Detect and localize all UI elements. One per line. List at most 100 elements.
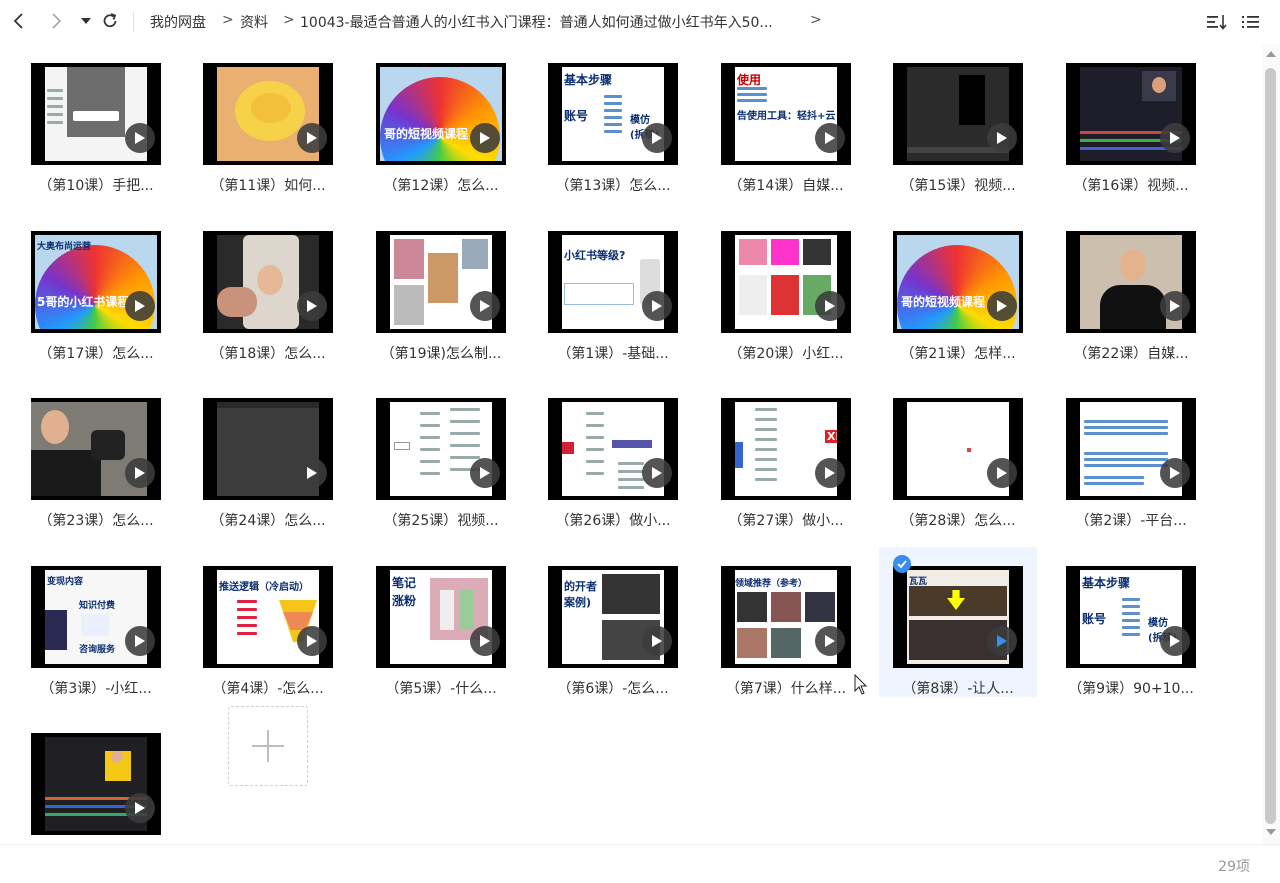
file-name[interactable]: （第18课）怎么... [189, 343, 347, 363]
file-name[interactable]: （第20课）小红... [707, 343, 865, 363]
file-name[interactable]: （第3课）-小红... [17, 678, 175, 698]
video-file-tile[interactable]: （第2课）-平台... [1052, 379, 1210, 529]
play-button[interactable] [470, 458, 500, 488]
video-file-tile[interactable]: 基本步骤账号模仿 (拆稿) （第9课）90+10... [1052, 547, 1210, 697]
video-file-tile[interactable]: 使用 告使用工具：轻抖+云 （第14课）自媒... [707, 44, 865, 194]
video-thumbnail[interactable]: 小红书等级? [548, 231, 678, 333]
video-file-tile[interactable] [17, 714, 175, 864]
video-thumbnail[interactable] [1066, 63, 1196, 165]
file-name[interactable]: （第21课）怎样... [879, 343, 1037, 363]
video-thumbnail[interactable]: 变现内容 知识付费 咨询服务 [31, 566, 161, 668]
video-thumbnail[interactable] [31, 733, 161, 835]
file-name[interactable]: （第13课）怎么... [534, 175, 692, 195]
video-thumbnail[interactable] [893, 398, 1023, 500]
video-file-tile[interactable]: 哥的短视频课程 （第21课）怎样... [879, 212, 1037, 362]
video-thumbnail[interactable] [893, 63, 1023, 165]
play-button[interactable] [815, 458, 845, 488]
file-name[interactable]: （第4课）-怎么... [189, 678, 347, 698]
play-button[interactable] [987, 291, 1017, 321]
video-thumbnail[interactable] [203, 63, 333, 165]
video-file-tile[interactable]: 大奥布尚运营 5哥的小红书课程 （第17课）怎么... [17, 212, 175, 362]
scroll-up-icon[interactable] [1266, 50, 1276, 58]
breadcrumb-root[interactable]: 我的网盘 [150, 12, 206, 32]
video-thumbnail[interactable]: 基本步骤账号模仿 (拆稿) [548, 63, 678, 165]
play-button[interactable] [1160, 291, 1190, 321]
video-file-tile[interactable]: （第10课）手把... [17, 44, 175, 194]
video-thumbnail[interactable]: 大奥布尚运营 5哥的小红书课程 [31, 231, 161, 333]
play-button[interactable] [815, 291, 845, 321]
video-file-tile[interactable]: （第16课）视频... [1052, 44, 1210, 194]
breadcrumb-folder[interactable]: 资料 [240, 12, 268, 32]
video-thumbnail[interactable] [548, 398, 678, 500]
file-name[interactable]: （第9课）90+10... [1052, 678, 1210, 698]
file-name[interactable]: （第22课）自媒... [1052, 343, 1210, 363]
video-file-tile[interactable]: 领域推荐（参考） （第7课）什么样... [707, 547, 865, 697]
play-button[interactable] [642, 291, 672, 321]
scroll-down-icon[interactable] [1266, 828, 1276, 836]
play-button[interactable] [125, 123, 155, 153]
play-button[interactable] [1160, 458, 1190, 488]
video-thumbnail[interactable]: 哥的短视频课程 [376, 63, 506, 165]
history-dropdown-button[interactable] [75, 10, 97, 32]
play-button[interactable] [470, 626, 500, 656]
video-thumbnail[interactable] [376, 398, 506, 500]
play-button[interactable] [297, 626, 327, 656]
video-file-tile[interactable]: （第19课)怎么制... [362, 212, 520, 362]
file-name[interactable]: （第12课）怎么... [362, 175, 520, 195]
play-button[interactable] [297, 458, 327, 488]
file-name[interactable]: （第7课）什么样... [707, 678, 865, 698]
video-thumbnail[interactable] [376, 231, 506, 333]
video-file-tile[interactable]: 瓦瓦 （第8课）-让人... [879, 547, 1037, 697]
vertical-scrollbar[interactable] [1262, 44, 1280, 844]
breadcrumb-current[interactable]: 10043-最适合普通人的小红书入门课程：普通人如何通过做小红书年入50... [300, 12, 773, 32]
video-thumbnail[interactable] [31, 398, 161, 500]
video-file-tile[interactable]: 笔记 涨粉 （第5课）-什么... [362, 547, 520, 697]
file-name[interactable]: （第26课）做小... [534, 510, 692, 530]
play-button[interactable] [642, 123, 672, 153]
breadcrumb-more[interactable]: > [810, 12, 822, 28]
video-thumbnail[interactable] [1066, 231, 1196, 333]
file-name[interactable]: （第6课）-怎么... [534, 678, 692, 698]
video-file-tile[interactable]: （第18课）怎么... [189, 212, 347, 362]
video-thumbnail[interactable]: 使用 告使用工具：轻抖+云 [721, 63, 851, 165]
file-name[interactable]: （第11课）如何... [189, 175, 347, 195]
play-button[interactable] [470, 291, 500, 321]
file-name[interactable]: （第2课）-平台... [1052, 510, 1210, 530]
video-file-tile[interactable]: （第22课）自媒... [1052, 212, 1210, 362]
video-file-tile[interactable]: （第24课）怎么... [189, 379, 347, 529]
refresh-button[interactable] [99, 10, 121, 32]
add-file-button[interactable] [228, 706, 308, 786]
video-file-tile[interactable]: （第26课）做小... [534, 379, 692, 529]
video-file-tile[interactable]: （第11课）如何... [189, 44, 347, 194]
video-thumbnail[interactable] [721, 231, 851, 333]
forward-button[interactable] [45, 10, 67, 32]
selected-check-icon[interactable] [893, 555, 911, 573]
file-name[interactable]: （第28课）怎么... [879, 510, 1037, 530]
video-thumbnail[interactable] [1066, 398, 1196, 500]
file-name[interactable]: （第14课）自媒... [707, 175, 865, 195]
play-button[interactable] [815, 626, 845, 656]
play-button[interactable] [987, 626, 1017, 656]
file-name[interactable]: （第15课）视频... [879, 175, 1037, 195]
video-file-tile[interactable]: XI （第27课）做小... [707, 379, 865, 529]
video-file-tile[interactable]: 小红书等级? （第1课）-基础... [534, 212, 692, 362]
video-thumbnail[interactable]: XI [721, 398, 851, 500]
file-name[interactable]: （第16课）视频... [1052, 175, 1210, 195]
video-file-tile[interactable]: （第15课）视频... [879, 44, 1037, 194]
play-button[interactable] [297, 291, 327, 321]
video-thumbnail[interactable]: 瓦瓦 [893, 566, 1023, 668]
scroll-thumb[interactable] [1265, 68, 1276, 824]
video-file-tile[interactable]: 变现内容 知识付费 咨询服务 （第3课）-小红... [17, 547, 175, 697]
back-button[interactable] [8, 10, 30, 32]
file-name[interactable]: （第10课）手把... [17, 175, 175, 195]
file-name[interactable]: （第17课）怎么... [17, 343, 175, 363]
play-button[interactable] [470, 123, 500, 153]
play-button[interactable] [125, 458, 155, 488]
file-name[interactable]: （第8课）-让人... [879, 678, 1037, 698]
file-name[interactable]: （第5课）-什么... [362, 678, 520, 698]
video-file-tile[interactable]: （第28课）怎么... [879, 379, 1037, 529]
file-name[interactable]: （第25课）视频... [362, 510, 520, 530]
video-file-tile[interactable]: 基本步骤账号模仿 (拆稿) （第13课）怎么... [534, 44, 692, 194]
video-thumbnail[interactable] [203, 231, 333, 333]
play-button[interactable] [987, 123, 1017, 153]
